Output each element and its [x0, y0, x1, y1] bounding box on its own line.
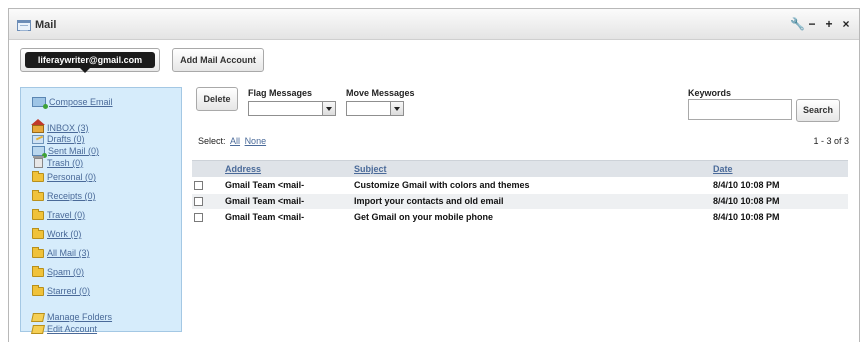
table-header-row: Address Subject Date: [192, 160, 848, 177]
account-email: liferaywriter@gmail.com: [25, 52, 155, 68]
sidebar-item-inbox[interactable]: INBOX (3): [31, 119, 89, 133]
sent-mail-icon: [32, 146, 47, 158]
select-none-link[interactable]: None: [245, 136, 267, 146]
add-mail-account-button[interactable]: Add Mail Account: [172, 48, 264, 72]
table-row[interactable]: Gmail Team <mail- Import your contacts a…: [192, 194, 848, 209]
table-row[interactable]: Gmail Team <mail- Get Gmail on your mobi…: [192, 210, 848, 225]
select-all-link[interactable]: All: [230, 136, 240, 146]
drafts-icon: [32, 134, 44, 144]
sidebar-item-drafts[interactable]: Drafts (0): [32, 134, 85, 144]
folder-icon: [32, 208, 44, 220]
move-messages-select[interactable]: [346, 101, 404, 116]
select-prefix: Select:: [198, 136, 226, 146]
column-header-subject[interactable]: Subject: [354, 164, 387, 174]
sidebar-item-label: Drafts (0): [47, 134, 85, 144]
sidebar-item-all-mail[interactable]: All Mail (3): [32, 246, 90, 258]
trash-icon: [33, 156, 44, 168]
folder-icon: [32, 227, 44, 239]
sidebar-item-label: INBOX (3): [47, 122, 89, 133]
delete-button[interactable]: Delete: [196, 87, 238, 111]
sidebar-item-label: Work (0): [47, 229, 82, 239]
chevron-down-icon: [322, 102, 335, 115]
row-date: 8/4/10 10:08 PM: [713, 212, 780, 222]
keywords-label: Keywords: [688, 88, 732, 98]
sidebar-item-personal[interactable]: Personal (0): [32, 170, 97, 182]
column-header-date[interactable]: Date: [713, 164, 733, 174]
maximize-icon[interactable]: +: [824, 17, 834, 31]
sidebar-item-trash[interactable]: Trash (0): [32, 156, 84, 168]
compose-email-link[interactable]: Compose Email: [32, 97, 113, 109]
sidebar-item-label: Trash (0): [47, 158, 84, 168]
sidebar-item-label: Sent Mail (0): [48, 146, 100, 156]
portlet-title: Mail: [35, 19, 57, 31]
folder-icon: [32, 170, 44, 182]
sidebar-item-label: Spam (0): [47, 267, 85, 277]
edit-account-label: Edit Account: [47, 324, 98, 334]
portlet-titlebar: Mail 🔧 − + ×: [9, 9, 859, 40]
keywords-input[interactable]: [688, 99, 792, 120]
sidebar-item-spam[interactable]: Spam (0): [32, 265, 85, 277]
sidebar-item-label: Personal (0): [47, 172, 97, 182]
compose-icon: [32, 97, 48, 109]
row-address: Gmail Team <mail-: [225, 196, 305, 206]
sidebar-item-label: Starred (0): [47, 286, 91, 296]
column-header-address[interactable]: Address: [225, 164, 261, 174]
sidebar-item-receipts[interactable]: Receipts (0): [32, 189, 96, 201]
row-subject[interactable]: Customize Gmail with colors and themes: [354, 180, 530, 190]
portlet-controls: 🔧 − + ×: [790, 17, 851, 31]
row-date: 8/4/10 10:08 PM: [713, 180, 780, 190]
sidebar-item-sent-mail[interactable]: Sent Mail (0): [32, 146, 100, 158]
flag-messages-label: Flag Messages: [248, 88, 313, 98]
mail-window-icon: [17, 20, 31, 31]
row-date: 8/4/10 10:08 PM: [713, 196, 780, 206]
row-address: Gmail Team <mail-: [225, 212, 305, 222]
manage-folders-link[interactable]: Manage Folders: [31, 312, 113, 322]
folder-open-icon: [31, 324, 45, 334]
compose-email-label: Compose Email: [49, 97, 113, 107]
row-address: Gmail Team <mail-: [225, 180, 305, 190]
row-checkbox[interactable]: [194, 181, 203, 190]
sidebar-item-starred[interactable]: Starred (0): [32, 284, 91, 296]
close-icon[interactable]: ×: [841, 17, 851, 31]
sidebar-item-label: Travel (0): [47, 210, 86, 220]
edit-account-link[interactable]: Edit Account: [31, 324, 98, 334]
home-icon: [31, 119, 45, 133]
folder-open-icon: [31, 312, 45, 322]
account-tab-pointer: [79, 67, 91, 73]
move-messages-label: Move Messages: [346, 88, 415, 98]
sidebar-item-label: All Mail (3): [47, 248, 90, 258]
row-checkbox[interactable]: [194, 213, 203, 222]
row-subject[interactable]: Import your contacts and old email: [354, 196, 504, 206]
sidebar-item-label: Receipts (0): [47, 191, 96, 201]
search-button[interactable]: Search: [796, 99, 840, 122]
folder-icon: [32, 246, 44, 258]
sidebar-item-work[interactable]: Work (0): [32, 227, 82, 239]
chevron-down-icon: [390, 102, 403, 115]
folder-icon: [32, 284, 44, 296]
minimize-icon[interactable]: −: [807, 17, 817, 31]
account-tab[interactable]: liferaywriter@gmail.com: [20, 48, 160, 73]
manage-folders-label: Manage Folders: [47, 312, 113, 322]
row-checkbox[interactable]: [194, 197, 203, 206]
folder-icon: [32, 189, 44, 201]
sidebar-item-travel[interactable]: Travel (0): [32, 208, 86, 220]
wrench-icon[interactable]: 🔧: [790, 17, 805, 31]
folder-sidebar: Compose Email INBOX (3) Drafts (0) Sent …: [20, 87, 182, 334]
row-subject[interactable]: Get Gmail on your mobile phone: [354, 212, 493, 222]
flag-messages-select[interactable]: [248, 101, 336, 116]
table-row[interactable]: Gmail Team <mail- Customize Gmail with c…: [192, 178, 848, 193]
select-links: Select: All None: [198, 136, 266, 146]
folder-icon: [32, 265, 44, 277]
pagination-info: 1 - 3 of 3: [813, 136, 849, 146]
